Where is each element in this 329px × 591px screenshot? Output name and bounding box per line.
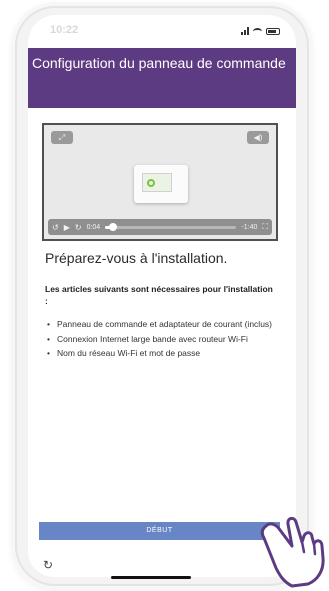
start-button[interactable]: DÉBUT xyxy=(39,522,280,540)
status-icons xyxy=(241,27,280,35)
control-panel-image xyxy=(134,165,188,203)
pointing-hand-icon xyxy=(260,516,325,588)
app-screen: 10:22 Configuration du panneau de comman… xyxy=(28,15,296,577)
volume-mute-icon[interactable]: ◀) xyxy=(247,131,269,144)
status-bar: 10:22 xyxy=(28,15,296,48)
forward-icon[interactable]: ↻ xyxy=(75,223,82,232)
battery-icon xyxy=(266,27,280,35)
expand-icon[interactable]: ⤢ xyxy=(51,131,73,144)
status-ring-icon xyxy=(147,179,155,187)
page-title: Configuration du panneau de commande xyxy=(32,55,286,71)
home-indicator xyxy=(111,576,191,579)
list-item: Panneau de commande et adaptateur de cou… xyxy=(45,318,285,331)
rewind-icon[interactable]: ↺ xyxy=(52,223,59,232)
elapsed-time: 0:04 xyxy=(86,223,101,231)
wifi-icon xyxy=(253,27,262,35)
refresh-icon[interactable]: ↻ xyxy=(43,558,53,572)
list-item: Nom du réseau Wi-Fi et mot de passe xyxy=(45,347,285,360)
video-player[interactable]: ⤢ ◀) ↺ ▶ ↻ 0:04 -1:40 ⛶ xyxy=(42,123,278,241)
items-intro: Les articles suivants sont nécessaires p… xyxy=(45,284,273,306)
video-controls: ↺ ▶ ↻ 0:04 -1:40 ⛶ xyxy=(48,219,272,235)
app-header: Configuration du panneau de commande xyxy=(28,48,296,108)
video-scrubber-handle[interactable] xyxy=(108,222,117,231)
section-heading: Préparez-vous à l'installation. xyxy=(45,250,228,266)
signal-icon xyxy=(241,27,249,35)
status-time: 10:22 xyxy=(50,24,79,36)
video-progress-bar[interactable] xyxy=(105,222,237,231)
control-panel-screen xyxy=(142,173,172,192)
play-icon[interactable]: ▶ xyxy=(64,223,70,232)
required-items-list: Panneau de commande et adaptateur de cou… xyxy=(45,318,285,362)
list-item: Connexion Internet large bande avec rout… xyxy=(45,333,285,346)
fullscreen-icon[interactable]: ⛶ xyxy=(262,222,268,232)
remaining-time: -1:40 xyxy=(241,223,258,231)
